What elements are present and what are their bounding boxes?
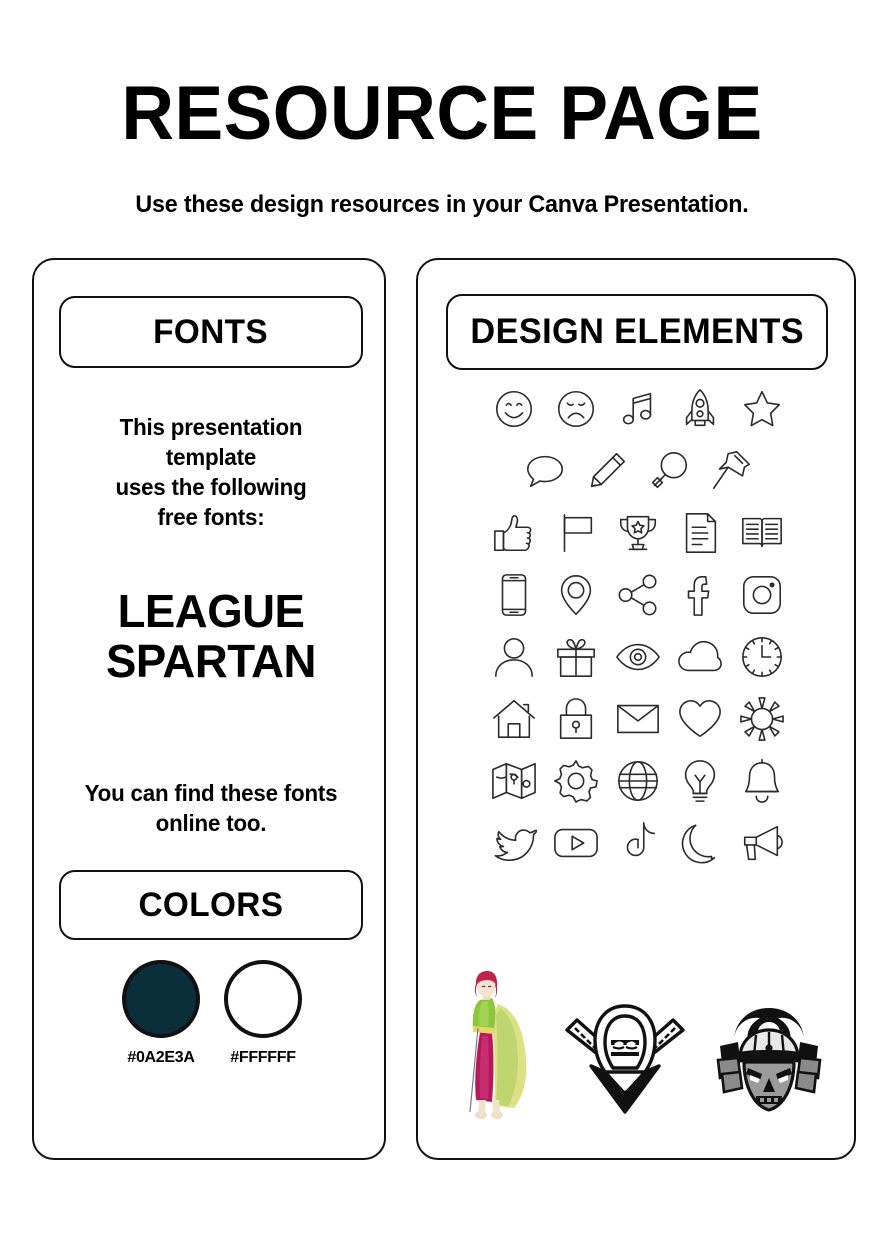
music-notes-icon[interactable] [607, 378, 669, 440]
font-name-line: LEAGUE [117, 585, 305, 637]
globe-icon[interactable] [607, 750, 669, 812]
bell-icon[interactable] [731, 750, 793, 812]
design-elements-card: DESIGN ELEMENTS [416, 258, 856, 1160]
icon-row [444, 688, 832, 750]
gift-icon[interactable] [545, 626, 607, 688]
color-swatch-item[interactable]: #FFFFFF [224, 960, 302, 1067]
twitter-bird-icon[interactable] [483, 812, 545, 874]
ninja-swords-illustration[interactable] [561, 1000, 689, 1120]
cloud-icon[interactable] [669, 626, 731, 688]
sun-icon[interactable] [731, 688, 793, 750]
color-swatch-item[interactable]: #0A2E3A [122, 960, 200, 1067]
home-icon[interactable] [483, 688, 545, 750]
color-swatch-hex: #0A2E3A [127, 1049, 195, 1066]
fonts-intro-text: This presentation template uses the foll… [49, 412, 373, 532]
color-swatch-hex: #FFFFFF [230, 1049, 296, 1066]
font-name-line: SPARTAN [106, 635, 316, 687]
rocket-icon[interactable] [669, 378, 731, 440]
share-icon[interactable] [607, 564, 669, 626]
thumbs-up-icon[interactable] [483, 502, 545, 564]
document-icon[interactable] [669, 502, 731, 564]
fonts-note-line: online too. [155, 810, 267, 836]
tiktok-icon[interactable] [607, 812, 669, 874]
envelope-icon[interactable] [607, 688, 669, 750]
location-pin-icon[interactable] [545, 564, 607, 626]
fonts-intro-line: template [165, 444, 257, 470]
illustration-row [438, 950, 838, 1120]
icon-row [444, 750, 832, 812]
mobile-phone-icon[interactable] [483, 564, 545, 626]
design-elements-heading-pill: DESIGN ELEMENTS [446, 294, 828, 370]
color-swatch-dot [122, 960, 200, 1038]
fonts-intro-line: free fonts: [157, 504, 265, 530]
heart-icon[interactable] [669, 688, 731, 750]
fonts-heading-pill: FONTS [59, 296, 363, 368]
facebook-icon[interactable] [669, 564, 731, 626]
pushpin-icon[interactable] [700, 440, 762, 502]
page-subtitle: Use these design resources in your Canva… [135, 191, 749, 218]
eye-icon[interactable] [607, 626, 669, 688]
lock-icon[interactable] [545, 688, 607, 750]
icon-row [444, 502, 832, 564]
user-icon[interactable] [483, 626, 545, 688]
icon-row [444, 626, 832, 688]
design-elements-heading-label: DESIGN ELEMENTS [470, 312, 804, 351]
page-title: RESOURCE PAGE [121, 71, 763, 156]
pencil-icon[interactable] [576, 440, 638, 502]
youtube-icon[interactable] [545, 812, 607, 874]
color-swatch-dot [224, 960, 302, 1038]
map-icon[interactable] [483, 750, 545, 812]
clock-icon[interactable] [731, 626, 793, 688]
lightbulb-icon[interactable] [669, 750, 731, 812]
trophy-icon[interactable] [607, 502, 669, 564]
fonts-intro-line: uses the following [115, 474, 307, 500]
gear-icon[interactable] [545, 750, 607, 812]
font-name-display: LEAGUE SPARTAN [46, 586, 377, 686]
icon-row [444, 812, 832, 874]
sad-face-icon[interactable] [545, 378, 607, 440]
icon-grid [444, 378, 832, 874]
instagram-icon[interactable] [731, 564, 793, 626]
samurai-helmet-illustration[interactable] [710, 1002, 828, 1120]
open-book-icon[interactable] [731, 502, 793, 564]
icon-row [444, 440, 832, 502]
colors-heading-pill: COLORS [59, 870, 363, 940]
star-icon[interactable] [731, 378, 793, 440]
magnifying-glass-icon[interactable] [638, 440, 700, 502]
flag-icon[interactable] [545, 502, 607, 564]
icon-row [444, 378, 832, 440]
fonts-note-line: You can find these fonts [84, 780, 338, 806]
fonts-heading-label: FONTS [153, 313, 269, 351]
moon-icon[interactable] [669, 812, 731, 874]
smiley-face-icon[interactable] [483, 378, 545, 440]
fonts-intro-line: This presentation [119, 414, 303, 440]
fonts-card: FONTS This presentation template uses th… [32, 258, 386, 1160]
anime-girl-illustration[interactable] [448, 970, 540, 1120]
color-swatch-row: #0A2E3A #FFFFFF [92, 960, 332, 1067]
megaphone-icon[interactable] [731, 812, 793, 874]
icon-row [444, 564, 832, 626]
speech-bubble-icon[interactable] [514, 440, 576, 502]
fonts-note-text: You can find these fonts online too. [49, 778, 373, 838]
colors-heading-label: COLORS [138, 886, 284, 924]
